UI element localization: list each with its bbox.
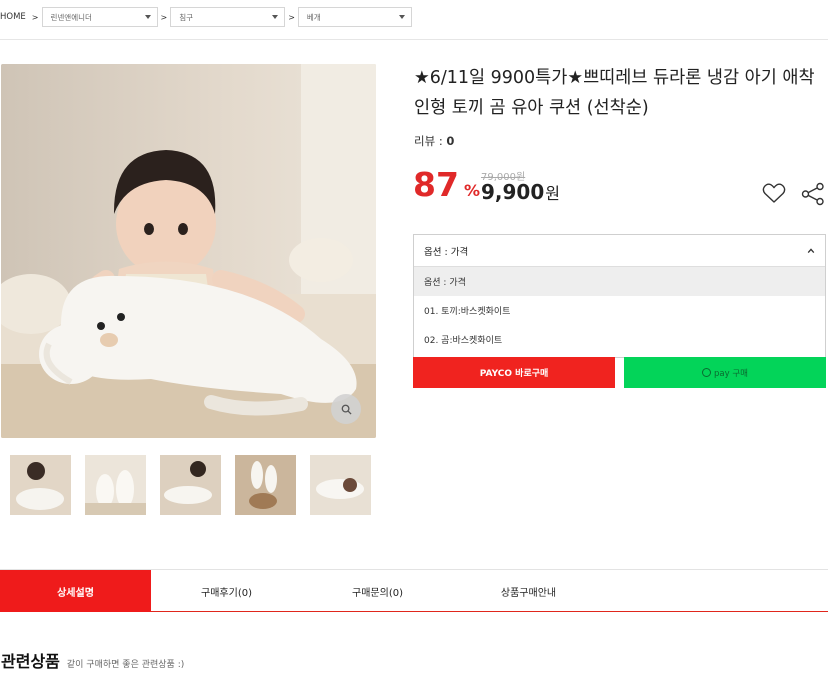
- breadcrumb-category-label: 린넨앤에니더: [50, 12, 92, 22]
- npay-buy-label: pay 구매: [714, 368, 748, 379]
- breadcrumb: HOME > 린넨앤에니더 > 침구 > 베개: [0, 7, 412, 27]
- payco-buy-button[interactable]: PAYCO 바로구매: [413, 357, 615, 388]
- caret-down-icon: [144, 15, 151, 19]
- npay-logo-icon: [702, 368, 711, 377]
- product-title: ★6/11일 9900특가★쁘띠레브 듀라론 냉감 아기 애착인형 토끼 곰 유…: [414, 68, 815, 118]
- search-icon: [341, 404, 352, 415]
- tab-purchase-guide[interactable]: 상품구매안내: [453, 570, 604, 612]
- thumbnail-4[interactable]: [235, 455, 296, 515]
- option-item-rabbit[interactable]: 01. 토끼:바스켓화이트: [414, 296, 825, 325]
- breadcrumb-separator: >: [31, 12, 39, 22]
- breadcrumb-category-select[interactable]: 린넨앤에니더: [41, 7, 158, 27]
- discount-percent: 87: [413, 165, 459, 204]
- wishlist-button[interactable]: [762, 182, 786, 204]
- thumbnail-strip: [10, 455, 385, 515]
- review-summary[interactable]: 리뷰 : 0: [414, 133, 454, 149]
- breadcrumb-subcategory-select[interactable]: 침구: [170, 7, 286, 27]
- share-icon: [801, 182, 824, 206]
- currency-unit: 원: [545, 184, 560, 203]
- tab-reviews[interactable]: 구매후기(0): [151, 570, 302, 612]
- breadcrumb-leaf-select[interactable]: 베개: [297, 7, 412, 27]
- option-item-bear[interactable]: 02. 곰:바스켓화이트: [414, 325, 825, 354]
- thumbnail-2[interactable]: [85, 455, 146, 515]
- caret-down-icon: [398, 15, 405, 19]
- percent-sign: %: [463, 181, 480, 200]
- detail-tabs: 상세설명 구매후기(0) 구매문의(0) 상품구매안내: [0, 569, 828, 612]
- thumbnail-5[interactable]: [310, 455, 371, 515]
- product-main-image[interactable]: [1, 64, 376, 438]
- zoom-button[interactable]: [331, 394, 361, 424]
- breadcrumb-home-link[interactable]: HOME: [0, 12, 26, 22]
- divider: [0, 39, 828, 40]
- chevron-up-icon: [807, 247, 815, 253]
- breadcrumb-leaf-label: 베개: [306, 12, 321, 22]
- npay-buy-button[interactable]: pay 구매: [624, 357, 826, 388]
- breadcrumb-separator: >: [288, 12, 295, 22]
- caret-down-icon: [272, 15, 279, 19]
- tab-details[interactable]: 상세설명: [0, 570, 151, 612]
- related-subtitle: 같이 구매하면 좋은 관련상품 :): [66, 660, 185, 670]
- review-label: 리뷰 :: [414, 134, 447, 148]
- option-selected-label: 옵션 : 가격: [424, 246, 469, 258]
- related-title: 관련상품: [1, 652, 60, 671]
- option-dropdown[interactable]: 옵션 : 가격 옵션 : 가격 01. 토끼:바스켓화이트 02. 곰:바스켓화…: [413, 234, 826, 358]
- option-item-placeholder[interactable]: 옵션 : 가격: [414, 267, 825, 296]
- heart-icon: [762, 183, 786, 203]
- thumbnail-1[interactable]: [10, 455, 71, 515]
- breadcrumb-subcategory-label: 침구: [179, 12, 194, 22]
- sale-price: 9,900 원: [481, 180, 560, 204]
- breadcrumb-separator: >: [160, 12, 168, 22]
- review-count: 0: [446, 134, 455, 148]
- discount-rate: 87 %: [413, 165, 480, 205]
- tab-inquiries[interactable]: 구매문의(0): [302, 570, 453, 612]
- related-products-heading: 관련상품 같이 구매하면 좋은 관련상품 :): [1, 648, 184, 672]
- share-button[interactable]: [801, 182, 825, 206]
- sale-price-value: 9,900: [481, 180, 545, 204]
- thumbnail-3[interactable]: [160, 455, 221, 515]
- option-dropdown-header[interactable]: 옵션 : 가격: [414, 235, 825, 267]
